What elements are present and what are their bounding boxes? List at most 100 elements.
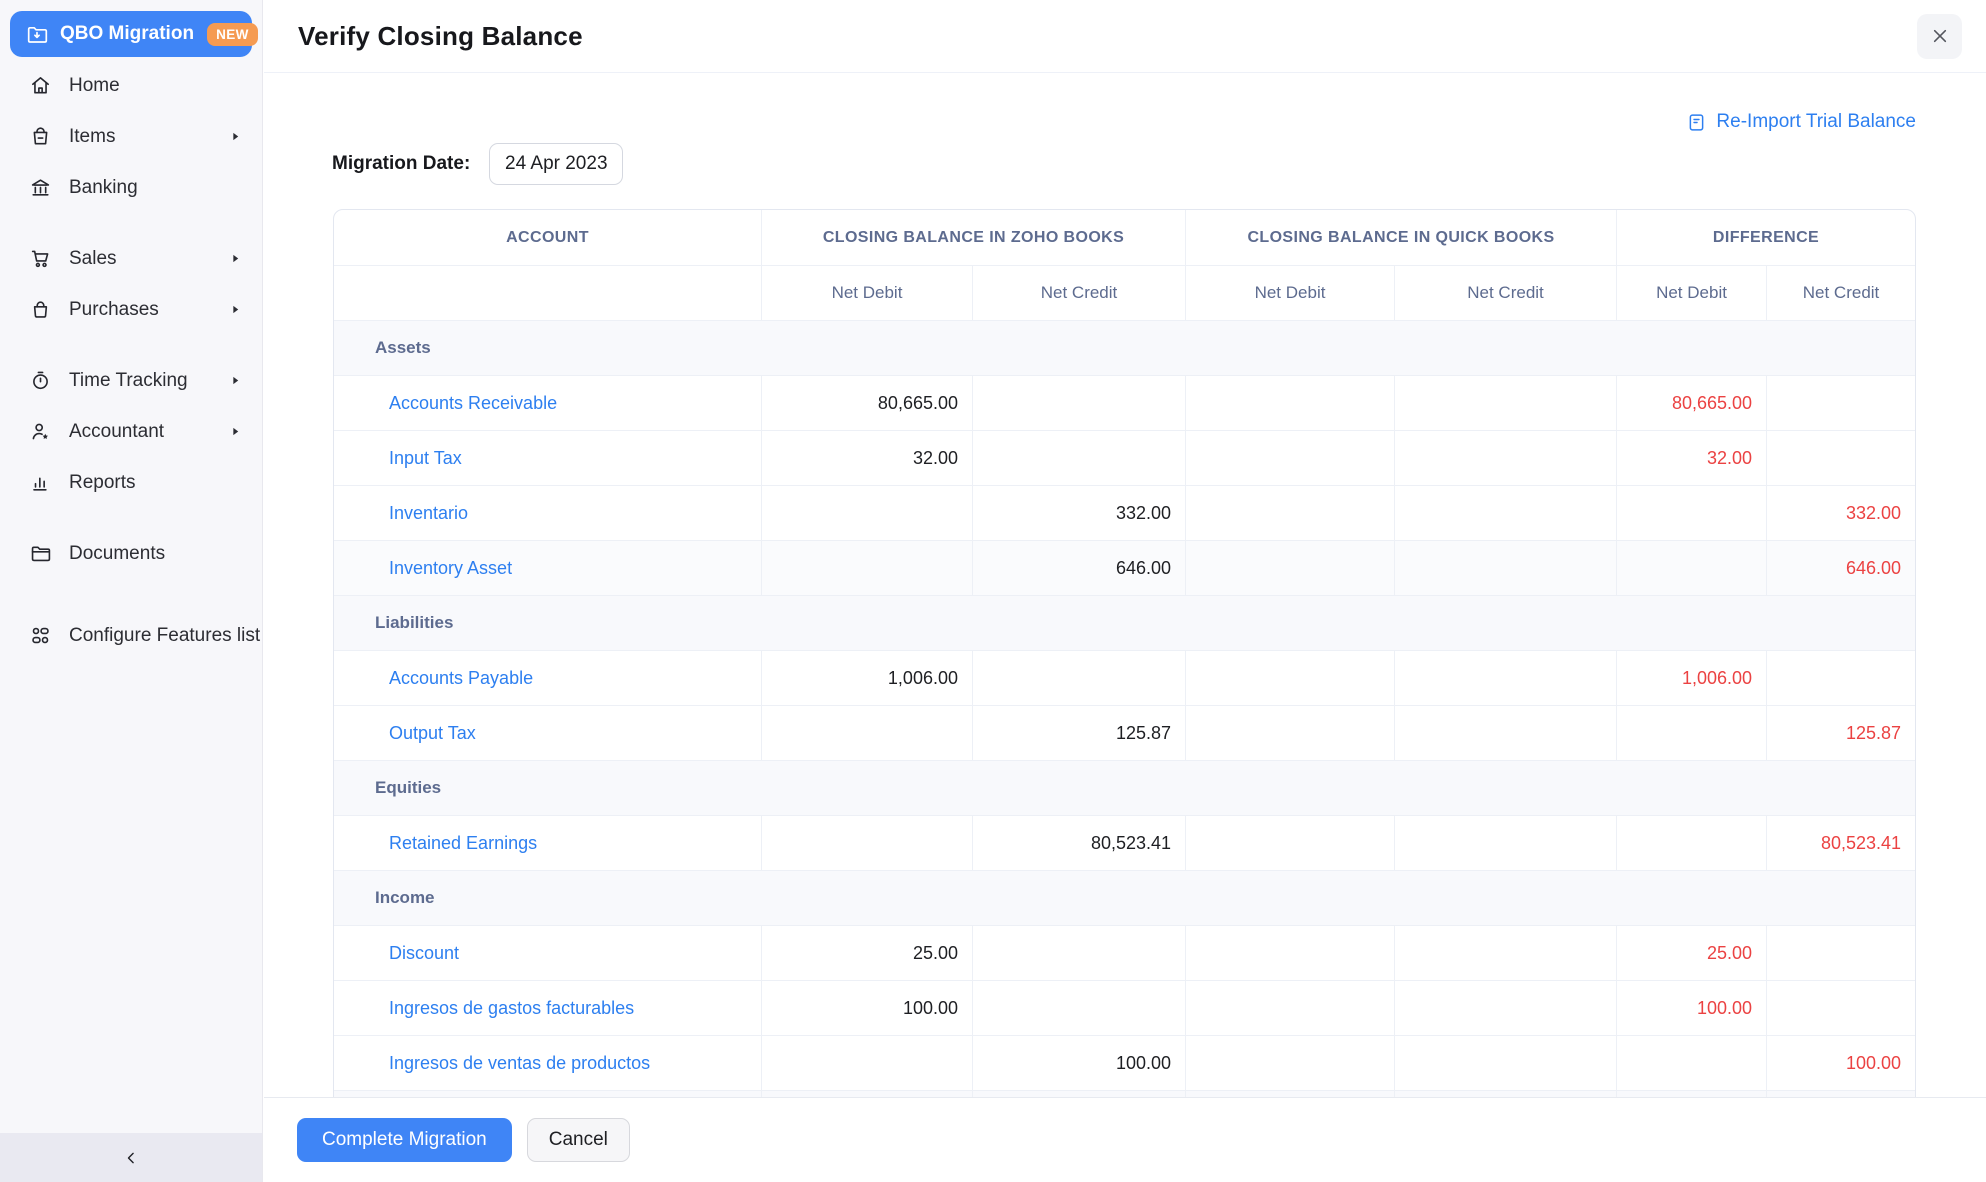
qb-debit-cell [1185, 430, 1394, 485]
diff-credit-cell: 100.00 [1766, 1035, 1915, 1090]
diff-credit-cell: 332.00 [1766, 485, 1915, 540]
sidebar-item-home[interactable]: Home [0, 60, 262, 111]
account-link[interactable]: Discount [389, 943, 459, 963]
chevron-right-icon [229, 374, 242, 387]
sidebar-item-accountant[interactable]: Accountant [0, 406, 262, 457]
folder-icon [29, 542, 52, 565]
section-header-row: Income [334, 870, 1915, 925]
diff-debit-cell: 32.00 [1616, 430, 1766, 485]
account-link[interactable]: Output Tax [389, 723, 476, 743]
account-link[interactable]: Inventory Asset [389, 558, 512, 578]
account-link[interactable]: Accounts Payable [389, 668, 533, 688]
chevron-right-icon [229, 252, 242, 265]
diff-debit-cell [1616, 705, 1766, 760]
configure-grid-icon [29, 624, 52, 647]
page-title: Verify Closing Balance [298, 21, 583, 52]
sidebar-item-purchases[interactable]: Purchases [0, 284, 262, 335]
complete-migration-button[interactable]: Complete Migration [297, 1118, 512, 1162]
sidebar-group-gap [0, 213, 262, 233]
qb-credit-cell [1394, 815, 1616, 870]
section-header-row: Assets [334, 320, 1915, 375]
sidebar-item-label: Accountant [69, 421, 164, 443]
account-cell: Accounts Receivable [334, 375, 761, 430]
folder-export-icon [25, 22, 49, 46]
qb-debit-cell [1185, 980, 1394, 1035]
column-header-zoho-books: CLOSING BALANCE IN ZOHO BOOKS [761, 210, 1185, 265]
diff-credit-cell: 646.00 [1766, 540, 1915, 595]
sidebar-item-label: Configure Features list [69, 625, 260, 647]
new-badge: NEW [207, 23, 258, 46]
migration-date-input[interactable]: 24 Apr 2023 [489, 143, 623, 185]
diff-credit-cell [1766, 925, 1915, 980]
qb-credit-cell [1394, 705, 1616, 760]
account-link[interactable]: Ingresos de ventas de productos [389, 1053, 650, 1073]
zb-debit-cell: 100.00 [761, 980, 972, 1035]
zb-credit-cell: 100.00 [972, 1035, 1185, 1090]
sidebar-item-documents[interactable]: Documents [0, 528, 262, 579]
clipped-row [334, 1090, 1915, 1097]
sidebar-collapse-button[interactable] [0, 1133, 262, 1182]
table-row: Inventario 332.00 332.00 [334, 485, 1915, 540]
sidebar-item-banking[interactable]: Banking [0, 162, 262, 213]
account-cell: Discount [334, 925, 761, 980]
reimport-trial-balance-link[interactable]: Re-Import Trial Balance [1686, 111, 1916, 133]
diff-debit-cell: 1,006.00 [1616, 650, 1766, 705]
zb-debit-cell [761, 815, 972, 870]
table-row: Input Tax 32.00 32.00 [334, 430, 1915, 485]
sidebar-item-label: Purchases [69, 299, 159, 321]
close-icon [1929, 25, 1951, 47]
table-row: Output Tax125.87125.87 [334, 705, 1915, 760]
section-header-row: Equities [334, 760, 1915, 815]
qb-debit-cell [1185, 815, 1394, 870]
migration-date-label: Migration Date: [332, 153, 470, 175]
sidebar-item-label: Sales [69, 248, 117, 270]
main-panel: Verify Closing Balance Re-Import Trial B… [264, 0, 1986, 1182]
sidebar-nav: HomeItemsBanking Sales Purchases Time Track… [0, 60, 262, 661]
account-link[interactable]: Ingresos de gastos facturables [389, 998, 634, 1018]
chevron-right-icon [229, 130, 242, 143]
sidebar-item-qbo-migration[interactable]: QBO Migration NEW [10, 11, 252, 57]
sidebar-item-time-tracking[interactable]: Time Tracking [0, 355, 262, 406]
qb-debit-cell [1185, 485, 1394, 540]
account-link[interactable]: Accounts Receivable [389, 393, 557, 413]
qb-credit-cell [1394, 430, 1616, 485]
account-cell: Retained Earnings [334, 815, 761, 870]
sidebar-item-reports[interactable]: Reports [0, 457, 262, 508]
zb-debit-cell: 25.00 [761, 925, 972, 980]
accountant-icon [29, 420, 52, 443]
diff-debit-cell [1616, 485, 1766, 540]
zb-credit-cell [972, 650, 1185, 705]
account-link[interactable]: Input Tax [389, 448, 462, 468]
account-cell: Output Tax [334, 705, 761, 760]
table-row: Accounts Payable 1,006.00 1,006.00 [334, 650, 1915, 705]
column-subheader-net-debit: Net Debit [1185, 265, 1394, 320]
zb-debit-cell: 32.00 [761, 430, 972, 485]
sidebar-group-gap [0, 508, 262, 528]
sidebar-item-sales[interactable]: Sales [0, 233, 262, 284]
qb-debit-cell [1185, 1035, 1394, 1090]
zb-credit-cell [972, 430, 1185, 485]
section-header: Equities [334, 760, 1915, 815]
sidebar-item-label: Reports [69, 472, 136, 494]
bar-chart-icon [29, 471, 52, 494]
sidebar-item-configure-features-list[interactable]: Configure Features list [0, 610, 262, 661]
table-row: Inventory Asset646.00646.00 [334, 540, 1915, 595]
table-row: Retained Earnings80,523.4180,523.41 [334, 815, 1915, 870]
diff-debit-cell: 80,665.00 [1616, 375, 1766, 430]
close-button[interactable] [1917, 14, 1962, 59]
account-link[interactable]: Inventario [389, 503, 468, 523]
column-subheader-net-credit: Net Credit [1766, 265, 1915, 320]
account-link[interactable]: Retained Earnings [389, 833, 537, 853]
purchases-bag-icon [29, 298, 52, 321]
zb-debit-cell: 1,006.00 [761, 650, 972, 705]
sidebar-item-items[interactable]: Items [0, 111, 262, 162]
chevron-right-icon [229, 425, 242, 438]
qb-debit-cell [1185, 705, 1394, 760]
qb-debit-cell [1185, 650, 1394, 705]
account-cell: Accounts Payable [334, 650, 761, 705]
cancel-button[interactable]: Cancel [527, 1118, 630, 1162]
zb-credit-cell: 332.00 [972, 485, 1185, 540]
diff-debit-cell [1616, 1035, 1766, 1090]
qb-credit-cell [1394, 650, 1616, 705]
table-row: Ingresos de ventas de productos 100.00 100… [334, 1035, 1915, 1090]
